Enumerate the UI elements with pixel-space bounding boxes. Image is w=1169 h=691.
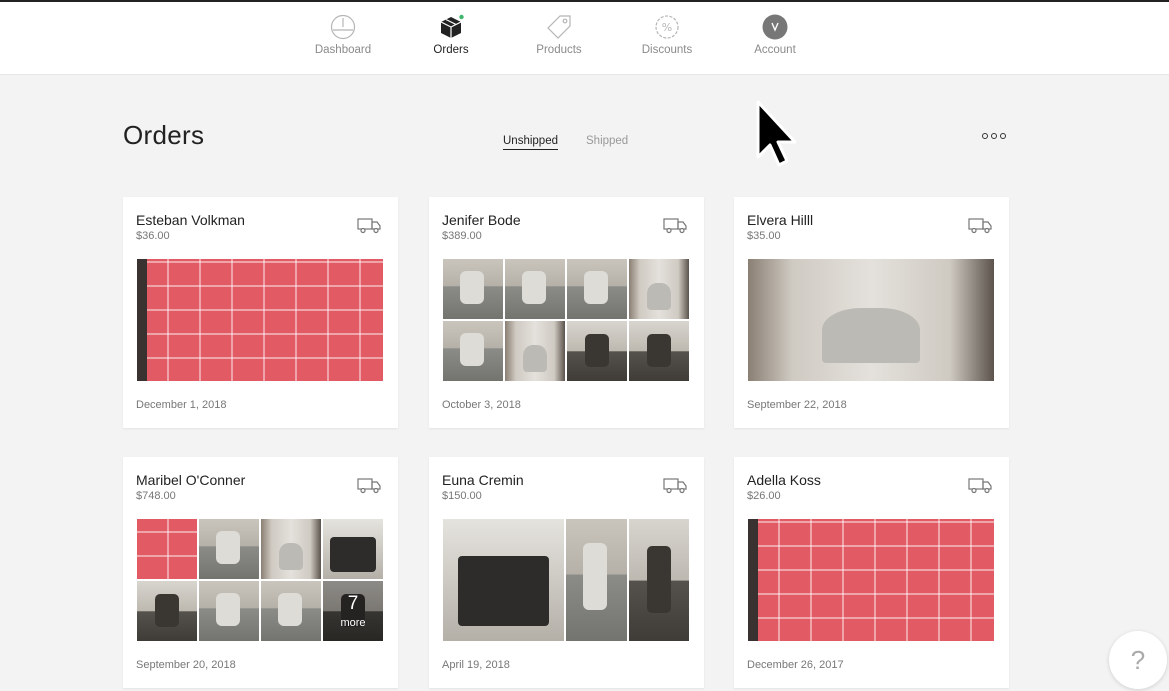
product-photo (137, 581, 197, 641)
truck-icon[interactable] (663, 217, 687, 234)
product-photo (748, 519, 994, 641)
order-total: $26.00 (747, 490, 781, 502)
order-date: October 3, 2018 (442, 399, 521, 411)
product-photo (628, 519, 689, 641)
product-photo (505, 259, 565, 319)
nav-label: Discounts (641, 44, 693, 56)
nav-label: Orders (433, 44, 469, 56)
product-photo (567, 321, 627, 381)
product-photo (505, 321, 565, 381)
product-photos (443, 519, 689, 641)
product-photo (323, 519, 383, 579)
nav-discounts[interactable]: % Discounts (617, 14, 717, 56)
more-count: 7 (347, 593, 359, 614)
product-photo (261, 581, 321, 641)
tag-icon (547, 15, 571, 39)
product-photo (567, 259, 627, 319)
order-total: $36.00 (136, 230, 170, 242)
customer-name: Esteban Volkman (136, 212, 245, 228)
order-total: $389.00 (442, 230, 482, 242)
order-total: $150.00 (442, 490, 482, 502)
product-photo (443, 519, 564, 641)
product-photo (443, 321, 503, 381)
product-photo (443, 259, 503, 319)
product-photo (137, 519, 197, 579)
product-photo (199, 581, 259, 641)
product-photo (629, 259, 689, 319)
order-total: $35.00 (747, 230, 781, 242)
product-photos (443, 259, 689, 381)
mouse-cursor-icon (756, 100, 797, 167)
more-icon[interactable] (982, 131, 1008, 141)
account-icon (762, 14, 788, 40)
order-date: September 20, 2018 (136, 659, 236, 671)
order-card[interactable]: Euna Cremin $150.00 April 19, 2018 (429, 457, 704, 688)
percent-icon: % (655, 15, 679, 39)
order-card[interactable]: Elvera Hilll $35.00 September 22, 2018 (734, 197, 1009, 428)
dashboard-icon (330, 14, 356, 40)
product-photo (199, 519, 259, 579)
nav-products[interactable]: Products (509, 14, 609, 56)
product-photos (748, 259, 994, 381)
truck-icon[interactable] (357, 217, 381, 234)
order-card[interactable]: Adella Koss $26.00 December 26, 2017 (734, 457, 1009, 688)
tab-unshipped[interactable]: Unshipped (503, 135, 558, 150)
order-date: December 1, 2018 (136, 399, 227, 411)
order-date: September 22, 2018 (747, 399, 847, 411)
order-total: $748.00 (136, 490, 176, 502)
customer-name: Jenifer Bode (442, 212, 521, 228)
help-button[interactable]: ? (1109, 631, 1167, 689)
nav-label: Account (754, 44, 796, 56)
nav-label: Dashboard (314, 44, 372, 56)
product-photo: 7 more (323, 581, 383, 641)
product-photo (566, 519, 627, 641)
customer-name: Elvera Hilll (747, 212, 814, 228)
order-date: April 19, 2018 (442, 659, 510, 671)
nav-account[interactable]: Account (725, 14, 825, 56)
page-title: Orders (123, 120, 205, 150)
nav-orders[interactable]: Orders (401, 14, 501, 56)
product-photo (629, 321, 689, 381)
product-photos (137, 259, 383, 381)
more-label: more (340, 617, 366, 629)
product-photo (748, 259, 994, 381)
order-date: December 26, 2017 (747, 659, 844, 671)
customer-name: Euna Cremin (442, 472, 524, 488)
customer-name: Adella Koss (747, 472, 821, 488)
truck-icon[interactable] (357, 477, 381, 494)
box-icon (440, 14, 464, 38)
svg-text:%: % (662, 21, 672, 34)
top-navigation: Dashboard Orders Products % Discounts Ac… (0, 0, 1169, 75)
order-card[interactable]: Maribel O'Conner $748.00 7 more Septembe… (123, 457, 398, 688)
more-photos-overlay[interactable]: 7 more (323, 581, 383, 641)
product-photos: 7 more (137, 519, 383, 641)
product-photo (137, 259, 383, 381)
truck-icon[interactable] (663, 477, 687, 494)
nav-dashboard[interactable]: Dashboard (293, 14, 393, 56)
product-photos (748, 519, 994, 641)
customer-name: Maribel O'Conner (136, 472, 246, 488)
nav-label: Products (536, 44, 582, 56)
truck-icon[interactable] (968, 217, 992, 234)
order-card[interactable]: Jenifer Bode $389.00 October 3, 2018 (429, 197, 704, 428)
order-card[interactable]: Esteban Volkman $36.00 December 1, 2018 (123, 197, 398, 428)
tab-shipped[interactable]: Shipped (586, 135, 628, 147)
truck-icon[interactable] (968, 477, 992, 494)
product-photo (261, 519, 321, 579)
